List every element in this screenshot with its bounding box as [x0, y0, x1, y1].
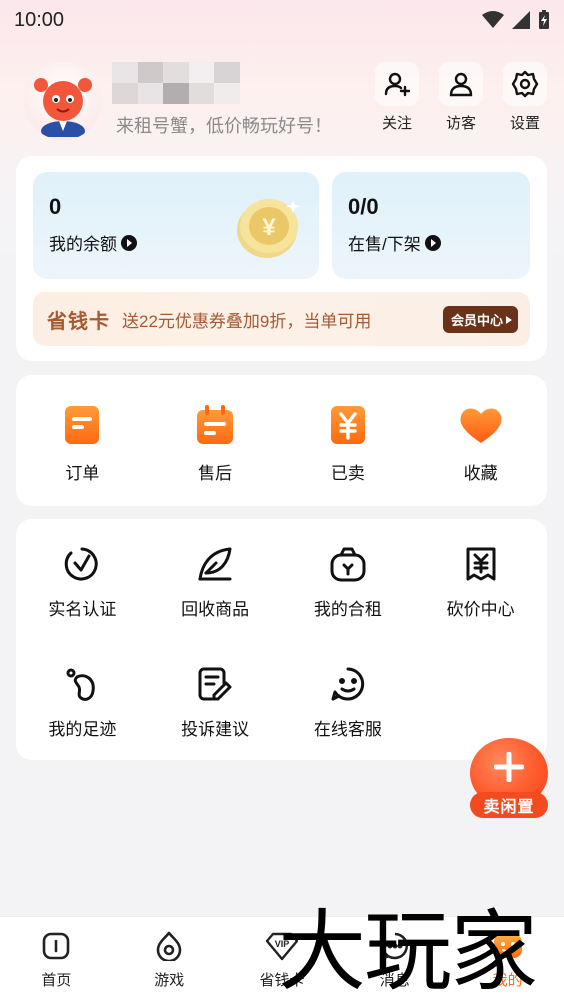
username-blurred — [112, 62, 240, 104]
tab-games[interactable]: 游戏 — [113, 917, 226, 1002]
tab-home[interactable]: 首页 — [0, 917, 113, 1002]
tools-card: 实名认证 回收商品 我的合租 砍价中心 我的足迹 投诉建议 在线客服 — [16, 519, 547, 760]
my-footprint-button[interactable]: 我的足迹 — [16, 639, 149, 759]
complaint-button[interactable]: 投诉建议 — [149, 639, 282, 759]
listing-box[interactable]: 0/0 在售/下架 — [332, 172, 530, 279]
save-card-title: 省钱卡 — [47, 310, 110, 333]
footprint-icon — [66, 668, 96, 701]
orders-label: 订单 — [65, 464, 100, 483]
sold-label: 已卖 — [330, 464, 365, 483]
visitors-label: 访客 — [445, 115, 476, 132]
plus-icon — [494, 752, 524, 782]
favorites-label: 收藏 — [463, 464, 498, 483]
avatar[interactable] — [24, 62, 102, 140]
real-name-verify-label: 实名认证 — [48, 600, 117, 619]
save-card-banner[interactable]: 省钱卡 送22元优惠券叠加9折，当单可用 会员中心 — [33, 292, 530, 346]
verify-icon — [65, 547, 99, 581]
wifi-icon — [482, 11, 504, 28]
listing-label-row: 在售/下架 — [348, 230, 530, 255]
coin-icon: ¥ — [237, 199, 300, 258]
watermark-text: 大玩家 — [278, 900, 538, 1002]
tab-games-label: 游戏 — [154, 972, 185, 989]
my-shared-rent-label: 我的合租 — [313, 600, 382, 619]
online-service-label: 在线客服 — [313, 720, 382, 739]
balance-label: 我的余额 — [49, 235, 117, 254]
follow-label: 关注 — [381, 115, 412, 132]
profile-slogan: 来租号蟹，低价畅玩好号！ — [116, 116, 332, 136]
signal-icon — [512, 11, 530, 29]
sell-idle-button[interactable]: 卖闲置 — [470, 738, 548, 820]
save-card-description: 送22元优惠券叠加9折，当单可用 — [122, 311, 372, 331]
my-footprint-label: 我的足迹 — [48, 720, 117, 739]
listing-value: 0/0 — [348, 194, 379, 219]
wallet-card: 0 我的余额 ¥ 0/0 在售/下架 省钱卡 送22元优惠券叠加9折，当单可用 … — [16, 156, 547, 361]
yuan-icon — [330, 406, 365, 444]
online-service-button[interactable]: 在线客服 — [282, 639, 415, 759]
sell-idle-label: 卖闲置 — [470, 792, 548, 818]
status-time: 10:00 — [14, 8, 65, 31]
follow-button[interactable]: 关注 — [374, 62, 420, 133]
home-icon — [43, 932, 70, 960]
orders-card: 订单 售后 已卖 收藏 — [16, 375, 547, 506]
arrow-right-icon — [424, 234, 441, 251]
after-sales-label: 售后 — [198, 464, 233, 483]
edit-note-icon — [198, 667, 232, 701]
profile-header[interactable]: 来租号蟹，低价畅玩好号！ — [24, 62, 332, 140]
status-icons — [482, 10, 550, 30]
price-ticket-icon — [466, 547, 496, 581]
favorites-button[interactable]: 收藏 — [414, 375, 547, 506]
recycle-goods-button[interactable]: 回收商品 — [149, 519, 282, 639]
tab-home-label: 首页 — [41, 972, 72, 989]
real-name-verify-button[interactable]: 实名认证 — [16, 519, 149, 639]
status-bar: 10:00 — [0, 0, 564, 40]
after-sales-button[interactable]: 售后 — [149, 375, 282, 506]
bag-icon — [330, 547, 366, 582]
crab-mascot-icon — [34, 78, 92, 137]
arrow-right-icon — [121, 234, 137, 251]
member-center-button[interactable]: 会员中心 — [442, 306, 518, 333]
battery-icon — [539, 10, 549, 29]
sold-button[interactable]: 已卖 — [282, 375, 415, 506]
add-user-icon — [384, 72, 411, 97]
svg-text:¥: ¥ — [262, 214, 276, 241]
leaf-icon — [198, 547, 232, 581]
chat-face-icon — [331, 667, 364, 701]
settings-label: 设置 — [509, 115, 540, 132]
orders-button[interactable]: 订单 — [16, 375, 149, 506]
order-list-icon — [65, 406, 100, 444]
bargain-center-button[interactable]: 砍价中心 — [414, 519, 547, 639]
gear-icon — [511, 70, 539, 98]
bargain-center-label: 砍价中心 — [446, 600, 515, 619]
heart-icon — [460, 408, 502, 443]
settings-button[interactable]: 设置 — [502, 62, 548, 133]
top-actions: 关注 访客 设置 — [374, 62, 548, 133]
listing-label: 在售/下架 — [348, 235, 421, 254]
person-icon — [449, 72, 473, 97]
game-icon — [156, 931, 182, 961]
calendar-icon — [197, 405, 234, 444]
member-center-label: 会员中心 — [450, 313, 503, 328]
balance-box[interactable]: 0 我的余额 ¥ — [33, 172, 319, 279]
chevron-right-icon — [506, 315, 512, 324]
complaint-label: 投诉建议 — [181, 720, 250, 739]
recycle-goods-label: 回收商品 — [181, 600, 250, 619]
my-shared-rent-button[interactable]: 我的合租 — [282, 519, 415, 639]
visitors-button[interactable]: 访客 — [438, 62, 484, 133]
